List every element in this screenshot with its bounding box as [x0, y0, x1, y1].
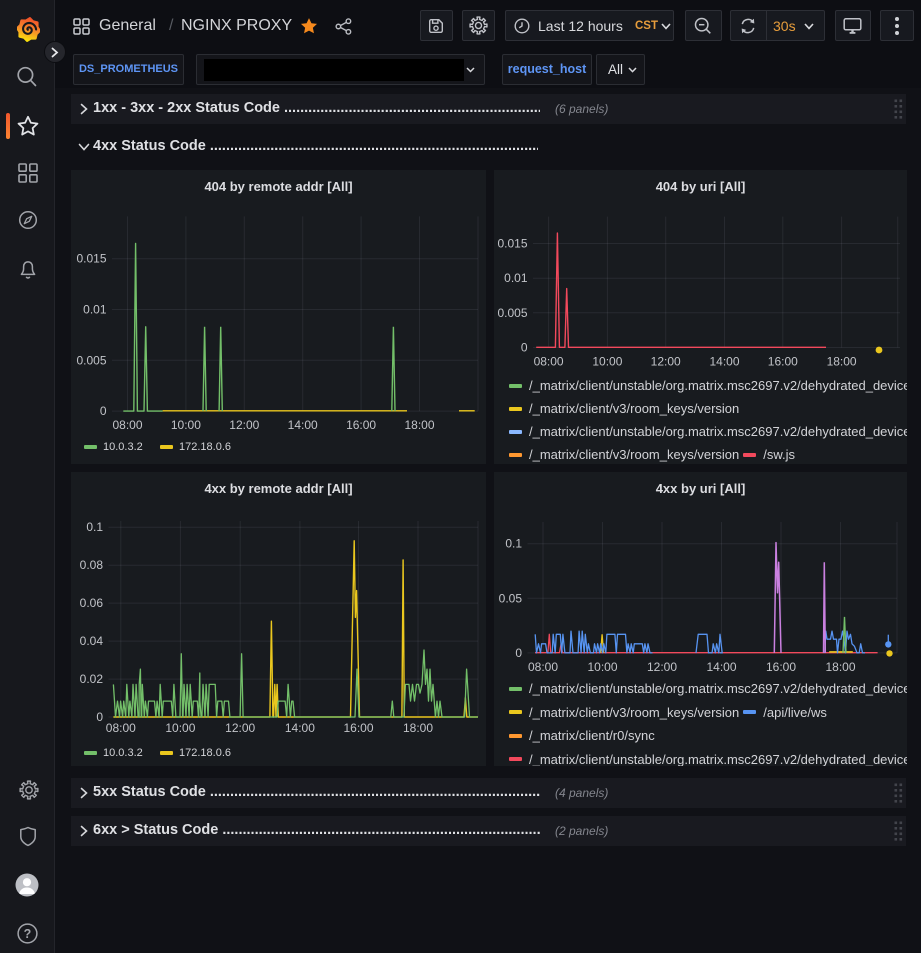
svg-text:12:00: 12:00	[229, 418, 259, 432]
svg-text:12:00: 12:00	[651, 355, 681, 369]
svg-text:0.02: 0.02	[80, 672, 104, 686]
svg-text:0.08: 0.08	[80, 558, 104, 572]
svg-text:10:00: 10:00	[165, 721, 195, 735]
svg-text:18:00: 18:00	[404, 418, 434, 432]
svg-text:12:00: 12:00	[647, 660, 677, 674]
svg-text:18:00: 18:00	[403, 721, 433, 735]
svg-text:0.1: 0.1	[86, 520, 103, 534]
svg-text:14:00: 14:00	[288, 418, 318, 432]
svg-text:?: ?	[24, 927, 32, 941]
svg-text:0.01: 0.01	[504, 271, 528, 285]
svg-text:0.01: 0.01	[83, 303, 107, 317]
svg-text:0.005: 0.005	[497, 306, 527, 320]
svg-text:0: 0	[100, 404, 107, 418]
svg-text:08:00: 08:00	[534, 355, 564, 369]
svg-text:0.005: 0.005	[76, 353, 106, 367]
svg-text:16:00: 16:00	[346, 418, 376, 432]
svg-text:14:00: 14:00	[285, 721, 315, 735]
svg-text:18:00: 18:00	[825, 660, 855, 674]
svg-text:14:00: 14:00	[706, 660, 736, 674]
svg-text:0.04: 0.04	[80, 634, 104, 648]
svg-text:08:00: 08:00	[528, 660, 558, 674]
svg-text:08:00: 08:00	[112, 418, 142, 432]
svg-text:16:00: 16:00	[768, 355, 798, 369]
svg-text:10:00: 10:00	[587, 660, 617, 674]
svg-text:0.05: 0.05	[499, 591, 523, 605]
svg-text:12:00: 12:00	[225, 721, 255, 735]
svg-text:0: 0	[96, 710, 103, 724]
svg-text:10:00: 10:00	[592, 355, 622, 369]
svg-text:0.015: 0.015	[76, 252, 106, 266]
svg-text:08:00: 08:00	[106, 721, 136, 735]
svg-text:14:00: 14:00	[709, 355, 739, 369]
svg-text:0.1: 0.1	[505, 537, 522, 551]
svg-text:0.06: 0.06	[80, 596, 104, 610]
svg-text:10:00: 10:00	[171, 418, 201, 432]
svg-text:0: 0	[521, 341, 528, 355]
svg-text:16:00: 16:00	[766, 660, 796, 674]
svg-text:0: 0	[515, 646, 522, 660]
svg-text:0.015: 0.015	[497, 237, 527, 251]
svg-text:16:00: 16:00	[343, 721, 373, 735]
svg-text:18:00: 18:00	[827, 355, 857, 369]
